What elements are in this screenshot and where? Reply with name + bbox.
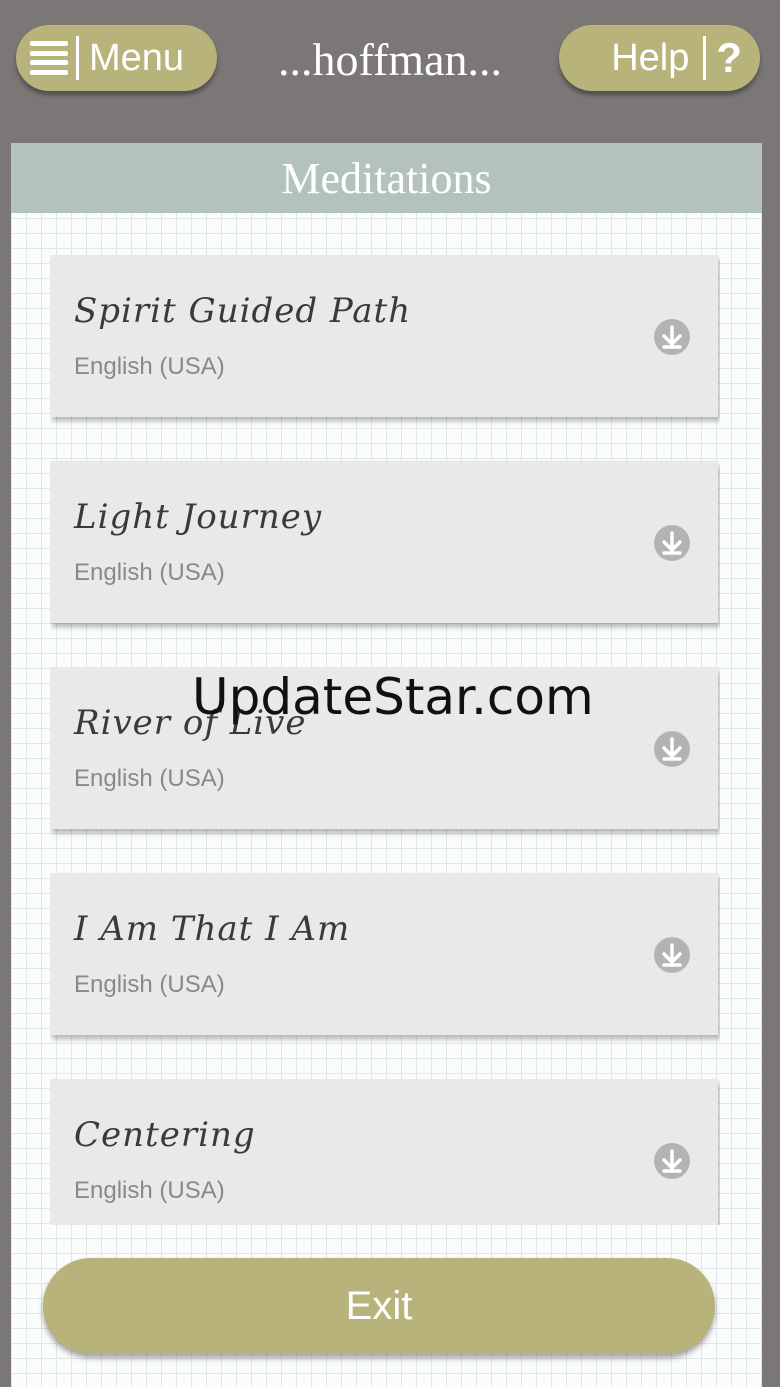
meditation-language: English (USA): [74, 971, 225, 998]
meditation-language: English (USA): [74, 765, 225, 792]
top-bar: Menu ...hoffman... Help ?: [0, 0, 780, 140]
meditation-item[interactable]: I Am That I Am English (USA): [50, 873, 718, 1035]
help-button[interactable]: Help ?: [559, 25, 760, 91]
question-icon: ?: [716, 34, 742, 81]
meditation-item[interactable]: Light Journey English (USA): [50, 461, 718, 623]
menu-label: Menu: [89, 36, 185, 79]
meditation-item[interactable]: Spirit Guided Path English (USA): [50, 255, 718, 417]
menu-button[interactable]: Menu: [16, 25, 217, 91]
meditation-language: English (USA): [74, 353, 225, 380]
meditations-panel: Meditations Spirit Guided Path English (…: [11, 143, 762, 1387]
meditation-title: River of Live: [74, 703, 307, 743]
download-icon[interactable]: [654, 525, 690, 561]
meditation-item[interactable]: River of Live English (USA): [50, 667, 718, 829]
download-icon[interactable]: [654, 731, 690, 767]
download-icon[interactable]: [654, 1143, 690, 1179]
help-label: Help: [611, 36, 690, 79]
button-divider: [76, 36, 79, 80]
meditation-language: English (USA): [74, 559, 225, 586]
meditation-list[interactable]: Spirit Guided Path English (USA) Light J…: [50, 255, 720, 1225]
download-icon[interactable]: [654, 937, 690, 973]
meditation-title: Light Journey: [74, 497, 323, 537]
download-icon[interactable]: [654, 319, 690, 355]
meditation-title: Centering: [74, 1115, 256, 1155]
meditation-language: English (USA): [74, 1177, 225, 1204]
meditation-title: I Am That I Am: [74, 909, 351, 949]
button-divider: [703, 36, 707, 80]
meditation-item[interactable]: Centering English (USA): [50, 1079, 718, 1225]
panel-title: Meditations: [11, 143, 762, 213]
app-title: ...hoffman...: [277, 34, 502, 85]
hamburger-icon: [30, 41, 68, 75]
exit-button[interactable]: Exit: [43, 1258, 715, 1354]
meditation-title: Spirit Guided Path: [74, 291, 412, 331]
